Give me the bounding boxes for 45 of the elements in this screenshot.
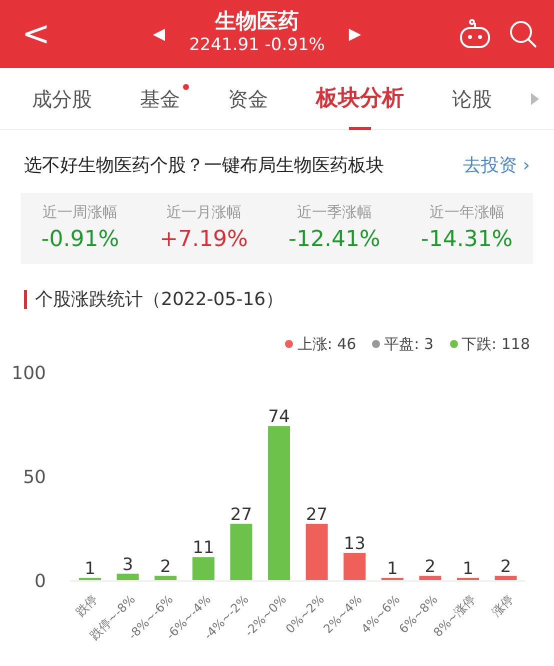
invest-link[interactable]: 去投资 › bbox=[463, 152, 530, 179]
bar-value-label: 2 bbox=[424, 556, 436, 576]
legend-label: 下跌: 118 bbox=[462, 334, 530, 355]
stat-label: 近一周涨幅 bbox=[42, 202, 119, 223]
page-title: 生物医药 bbox=[214, 10, 300, 33]
tab[interactable]: 成分股 bbox=[23, 68, 101, 130]
section-marker bbox=[24, 290, 27, 309]
bar-value-label: 2 bbox=[500, 556, 512, 576]
x-axis-label: 涨停 bbox=[489, 592, 516, 619]
bar-value-label: 13 bbox=[344, 533, 366, 554]
section-title: 个股涨跌统计（2022-05-16） bbox=[35, 288, 284, 312]
legend-label: 上涨: 46 bbox=[297, 334, 356, 355]
stat-label: 近一年涨幅 bbox=[428, 202, 506, 223]
legend-label: 平盘: 3 bbox=[384, 334, 434, 355]
bar-value-label: 2 bbox=[160, 556, 172, 576]
tab[interactable]: 论股 bbox=[443, 68, 501, 130]
y-tick-label: 0 bbox=[34, 570, 46, 592]
bar-value-label: 1 bbox=[386, 558, 398, 578]
next-button[interactable]: ▶ bbox=[348, 22, 362, 46]
bar-value-label: 27 bbox=[230, 504, 252, 524]
stat-value: -0.91% bbox=[41, 226, 120, 254]
stat-value: +7.19% bbox=[160, 226, 248, 254]
tab[interactable]: 基金 bbox=[131, 68, 189, 130]
bar-value-label: 1 bbox=[462, 558, 474, 578]
bar-value-label: 11 bbox=[192, 538, 214, 558]
index-price: 2241.91 bbox=[189, 34, 260, 55]
y-tick-label: 100 bbox=[12, 362, 46, 384]
tab[interactable]: 资金 bbox=[219, 68, 277, 130]
tab[interactable]: 板块分析 bbox=[307, 68, 413, 130]
stat-value: -12.41% bbox=[288, 226, 380, 254]
promo-text: 选不好生物医药个股？一键布局生物医药板块 bbox=[24, 154, 384, 178]
bar-value-label: 3 bbox=[122, 554, 134, 574]
bar-value-label: 27 bbox=[306, 504, 328, 524]
robot-icon[interactable] bbox=[458, 19, 492, 49]
index-change: -0.91% bbox=[264, 34, 325, 55]
previous-button[interactable]: ◀ bbox=[152, 22, 166, 46]
back-button[interactable]: < bbox=[16, 8, 56, 60]
search-icon[interactable] bbox=[508, 19, 538, 49]
stat-label: 近一季涨幅 bbox=[296, 202, 373, 223]
bar-value-label: 1 bbox=[84, 558, 96, 578]
stat-value: -14.31% bbox=[420, 226, 513, 254]
bar-value-label: 74 bbox=[268, 406, 290, 427]
stat-label: 近一月涨幅 bbox=[165, 202, 242, 223]
x-axis-label: 跌停 bbox=[73, 592, 100, 619]
y-tick-label: 50 bbox=[23, 466, 46, 488]
